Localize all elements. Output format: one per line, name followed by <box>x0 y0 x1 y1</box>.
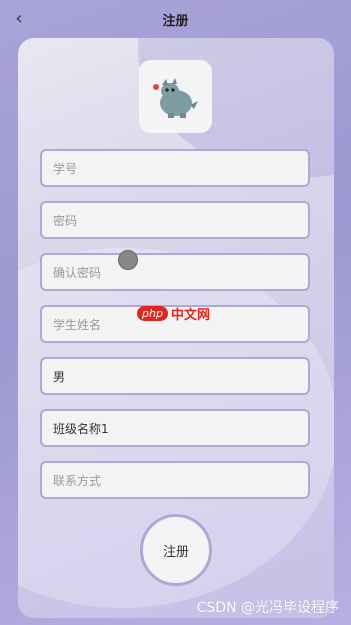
php-watermark: php 中文网 <box>137 304 210 323</box>
register-button-label: 注册 <box>162 544 189 560</box>
student-id-field[interactable]: 学号 <box>40 149 310 187</box>
back-button[interactable]: ‹ <box>10 7 28 29</box>
contact-field[interactable]: 联系方式 <box>40 461 310 499</box>
chevron-left-icon: ‹ <box>15 7 23 29</box>
student-id-placeholder: 学号 <box>53 161 78 176</box>
password-placeholder: 密码 <box>53 213 78 228</box>
confirm-password-field[interactable]: 确认密码 <box>40 253 310 291</box>
page-title: 注册 <box>162 13 189 29</box>
touch-cursor-icon <box>118 250 138 270</box>
avatar <box>139 60 212 133</box>
navbar: ‹ 注册 <box>0 0 351 38</box>
register-button[interactable]: 注册 <box>140 514 212 586</box>
gender-select[interactable]: 男 <box>40 357 310 395</box>
php-logo: php <box>137 306 168 321</box>
contact-placeholder: 联系方式 <box>53 473 102 488</box>
class-name-value: 班级名称1 <box>53 421 109 436</box>
gender-value: 男 <box>53 369 66 384</box>
password-field[interactable]: 密码 <box>40 201 310 239</box>
php-cn-text: 中文网 <box>170 308 210 323</box>
confirm-password-placeholder: 确认密码 <box>53 265 102 280</box>
class-name-select[interactable]: 班级名称1 <box>40 409 310 447</box>
student-name-placeholder: 学生姓名 <box>53 317 102 332</box>
csdn-watermark: CSDN @光冯毕设程序 <box>196 600 339 616</box>
mascot-icon <box>152 77 198 118</box>
